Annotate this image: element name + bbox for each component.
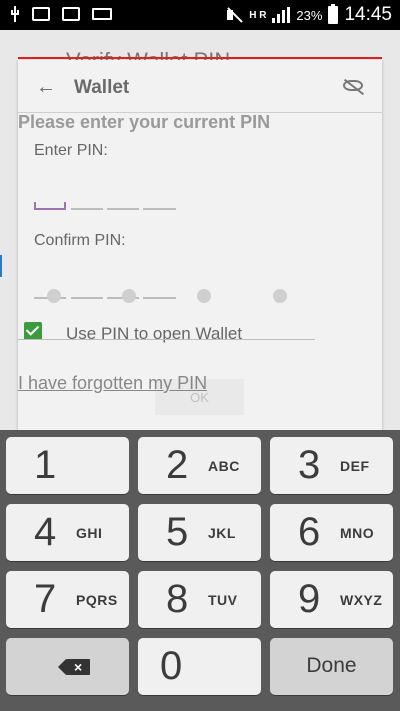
key-3[interactable]: 3 DEF: [270, 437, 393, 494]
checkbox-divider: [18, 339, 315, 340]
key-0[interactable]: 0: [138, 638, 261, 695]
key-letters: DEF: [340, 458, 370, 474]
pin-digit-slot[interactable]: [143, 297, 176, 299]
key-4[interactable]: 4 GHI: [6, 504, 129, 561]
signal-icon: [272, 7, 291, 23]
backspace-icon: ×: [58, 659, 90, 675]
pin-digit-slot[interactable]: [107, 208, 139, 210]
pin-dot-icon: [47, 289, 61, 303]
enter-pin-label: Enter PIN:: [34, 142, 108, 159]
notification-icon: [62, 7, 80, 21]
key-digit: 5: [166, 510, 189, 554]
key-6[interactable]: 6 MNO: [270, 504, 393, 561]
edge-indicator: [0, 255, 2, 277]
key-letters: ABC: [208, 458, 240, 474]
notification-icon: [32, 7, 50, 21]
key-digit: 9: [298, 577, 321, 621]
usb-icon: [10, 6, 20, 22]
key-digit: 3: [298, 443, 321, 487]
pin-digit-slot[interactable]: [71, 297, 103, 299]
battery-icon: [328, 4, 339, 24]
key-9[interactable]: 9 WXYZ: [270, 571, 393, 628]
key-8[interactable]: 8 TUV: [138, 571, 261, 628]
mute-icon: [225, 7, 243, 23]
pin-dot-icon: [273, 289, 287, 303]
key-letters: PQRS: [76, 592, 118, 608]
pin-digit-slot[interactable]: [34, 202, 66, 210]
accent-divider: [18, 57, 382, 59]
key-digit: 0: [160, 644, 183, 688]
pin-digit-slot[interactable]: [143, 208, 176, 210]
pin-dot-icon: [122, 289, 136, 303]
key-1[interactable]: 1: [6, 437, 129, 494]
pin-digit-slot[interactable]: [71, 208, 103, 210]
keyboard-icon: [92, 8, 112, 20]
network-type-label: H R: [249, 9, 267, 21]
hide-pin-eye-icon[interactable]: [343, 78, 365, 94]
dialog-back-arrow-icon[interactable]: ←: [36, 76, 56, 99]
numeric-keypad: 1 2 ABC 3 DEF 4 GHI 5 JKL 6 MNO 7 PQRS 8…: [0, 430, 400, 711]
instruction-text: Please enter your current PIN: [18, 112, 271, 132]
key-7[interactable]: 7 PQRS: [6, 571, 129, 628]
key-digit: 2: [166, 443, 189, 487]
pin-dot-icon: [197, 289, 211, 303]
clock: 14:45: [344, 4, 392, 25]
backspace-key[interactable]: ×: [6, 638, 129, 695]
key-letters: GHI: [76, 525, 103, 541]
status-bar: H R 23% 14:45: [0, 0, 400, 30]
forgot-pin-link[interactable]: I have forgotten my PIN: [18, 373, 207, 394]
key-2[interactable]: 2 ABC: [138, 437, 261, 494]
use-pin-label[interactable]: Use PIN to open Wallet: [66, 324, 242, 344]
key-digit: 7: [34, 577, 57, 621]
key-digit: 6: [298, 510, 321, 554]
done-key[interactable]: Done: [270, 638, 393, 695]
key-digit: 1: [34, 443, 57, 487]
confirm-pin-label: Confirm PIN:: [34, 232, 126, 249]
key-letters: MNO: [340, 525, 375, 541]
key-digit: 8: [166, 577, 189, 621]
key-5[interactable]: 5 JKL: [138, 504, 261, 561]
key-digit: 4: [34, 510, 57, 554]
key-letters: JKL: [208, 525, 236, 541]
key-letters: WXYZ: [340, 592, 383, 608]
use-pin-checkbox[interactable]: [24, 322, 42, 340]
dialog-title: Wallet: [74, 77, 130, 98]
battery-percent: 23%: [296, 7, 323, 23]
done-label: Done: [306, 654, 357, 677]
key-letters: TUV: [208, 592, 238, 608]
